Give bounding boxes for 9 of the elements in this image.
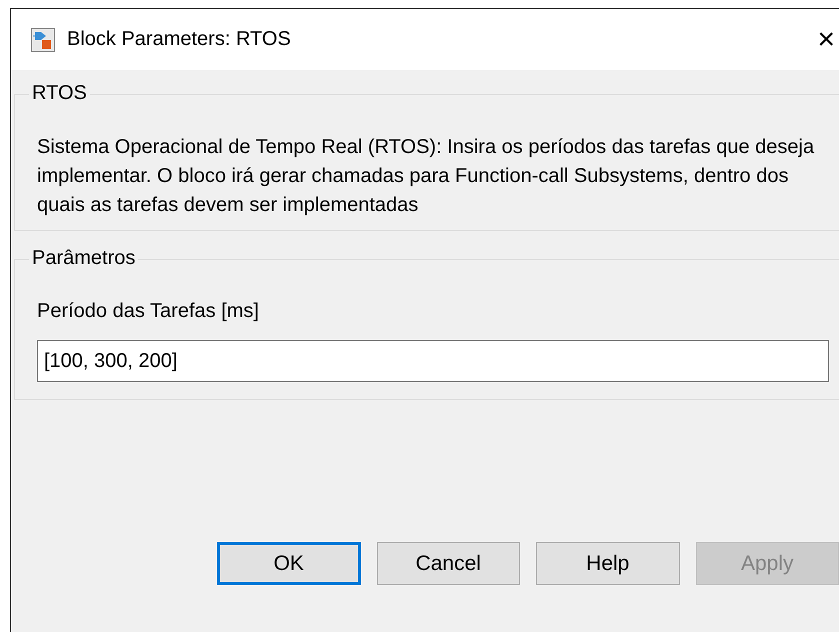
description-text: Sistema Operacional de Tempo Real (RTOS): Insira os períodos das tarefas que deseja implementar. O bloco irá gerar chamadas para Function-call Subsystems, dentro dos quais as tarefas devem ser implementadas: [37, 135, 816, 218]
block-icon: [31, 28, 55, 52]
close-button[interactable]: ×: [817, 24, 835, 54]
input-field[interactable]: [100, 300, 200]: [37, 340, 829, 382]
field-label: Período das Tarefas [ms]: [37, 300, 260, 323]
dialog-button[interactable]: Help: [536, 542, 680, 585]
window-title: Block Parameters: RTOS: [67, 28, 292, 51]
dialog-button[interactable]: Cancel: [376, 542, 520, 585]
dialog-button[interactable]: OK: [217, 542, 361, 585]
